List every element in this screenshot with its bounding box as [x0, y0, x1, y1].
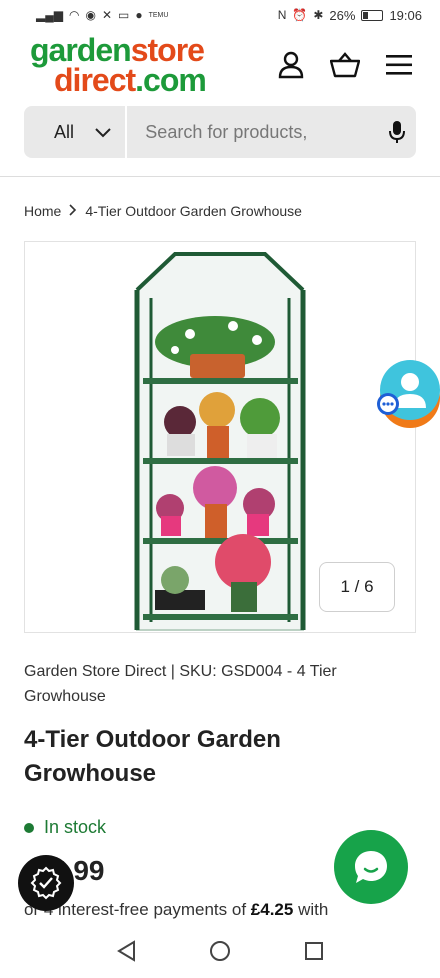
temu-icon: TEMU — [148, 11, 169, 19]
breadcrumb-current: 4-Tier Outdoor Garden Growhouse — [85, 203, 302, 219]
live-chat-button[interactable] — [334, 830, 408, 904]
search-category-select[interactable]: All — [24, 106, 128, 158]
accessibility-button[interactable] — [18, 855, 74, 911]
alarm-icon: ⏰ — [292, 8, 308, 22]
search-input[interactable] — [127, 121, 378, 143]
installments-suffix: with — [298, 900, 329, 919]
message-icon: ▭ — [118, 8, 130, 22]
menu-icon[interactable] — [384, 50, 414, 80]
chat-icon: ● — [135, 8, 143, 22]
back-icon[interactable] — [116, 939, 136, 967]
chat-bubble-icon — [355, 851, 387, 883]
eye-icon: ◉ — [85, 8, 96, 22]
accessibility-icon — [30, 866, 62, 900]
microphone-icon[interactable] — [377, 120, 416, 144]
installments-text: or 4 interest-free payments of £4.25 wit… — [24, 900, 328, 920]
site-logo[interactable]: gardenstore direct.com — [30, 34, 207, 98]
product-title: 4-Tier Outdoor Garden Growhouse — [24, 726, 281, 787]
search-bar: All — [24, 106, 416, 158]
logo-com: .com — [135, 62, 207, 98]
stock-label: In stock — [44, 817, 107, 837]
breadcrumb: Home 4-Tier Outdoor Garden Growhouse — [0, 177, 440, 219]
clock: 19:06 — [389, 7, 422, 23]
logo-direct: direct — [54, 62, 136, 98]
breadcrumb-home[interactable]: Home — [24, 203, 61, 219]
chevron-right-icon — [69, 203, 77, 219]
wifi-icon: ◠ — [68, 8, 80, 22]
status-right: N ⏰ ✱ 26% 19:06 — [278, 8, 422, 23]
chevron-down-icon — [95, 122, 112, 143]
header-actions — [276, 50, 414, 80]
support-avatar-button[interactable] — [376, 356, 440, 434]
status-left: ▂▄▆ ◠ ◉ ✕ ▭ ● TEMU — [36, 9, 168, 21]
nfc-icon: N — [277, 8, 287, 22]
missed-call-icon: ✕ — [101, 8, 112, 22]
site-header: gardenstore direct.com — [0, 30, 440, 100]
stock-dot-icon — [24, 822, 34, 833]
system-nav-bar — [0, 928, 440, 978]
recents-icon[interactable] — [304, 941, 324, 966]
installments-amount: £4.25 — [250, 900, 294, 919]
battery-icon — [361, 9, 384, 21]
image-counter[interactable]: 1 / 6 — [319, 562, 395, 612]
basket-icon[interactable] — [330, 50, 360, 80]
product-gallery[interactable]: 1 / 6 — [24, 241, 416, 633]
status-bar: ▂▄▆ ◠ ◉ ✕ ▭ ● TEMU N ⏰ ✱ 26% 19:06 — [0, 0, 440, 30]
battery-percent: 26% — [329, 7, 356, 23]
product-meta: Garden Store Direct | SKU: GSD004 - 4 Ti… — [24, 663, 337, 705]
bluetooth-icon: ✱ — [313, 8, 324, 22]
account-icon[interactable] — [276, 50, 306, 80]
home-icon[interactable] — [209, 940, 231, 967]
search-category-label: All — [54, 121, 75, 142]
signal-icon: ▂▄▆ — [36, 8, 63, 22]
